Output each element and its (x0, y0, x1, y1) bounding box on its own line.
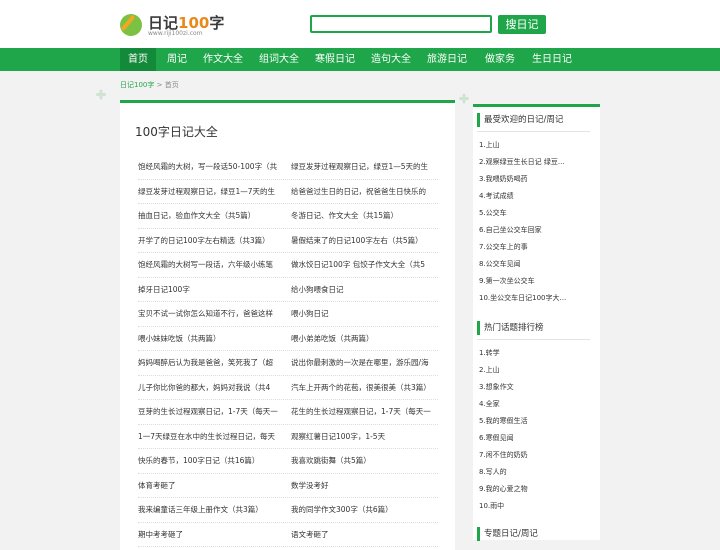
nav-item-sentences[interactable]: 造句大全 (368, 48, 414, 71)
list-item[interactable]: 6.自己坐公交车回家 (479, 222, 591, 238)
sidebar-topic-title: 专题日记/周记 (477, 527, 538, 541)
article-link[interactable]: 说出你最刺激的一次是在哪里，游乐园/海 (291, 351, 437, 375)
list-item[interactable]: 5.我的寒假生活 (479, 413, 591, 429)
sidebar: 最受欢迎的日记/周记 1.上山 2.观察绿豆生长日记 绿豆... 3.我喂奶奶喝… (473, 104, 600, 541)
list-item[interactable]: 9.我的心爱之物 (479, 481, 591, 497)
list-item[interactable]: 1.转学 (479, 345, 591, 361)
table-row: 豆芽的生长过程观察日记，1-7天（每天一 花生的生长过程观察日记，1-7天（每天一 (138, 400, 438, 425)
list-item[interactable]: 10.坐公交车日记100字大... (479, 290, 591, 306)
article-link[interactable]: 妈妈喝醉后认为我是爸爸，笑死我了（超 (138, 351, 284, 375)
nav-item-essays[interactable]: 作文大全 (200, 48, 246, 71)
article-link[interactable]: 我的同学作文300字（共6篇） (291, 498, 437, 522)
nav-item-winter[interactable]: 寒假日记 (312, 48, 358, 71)
article-link[interactable]: 语文考砸了 (291, 523, 437, 547)
logo-url: www.riji100zi.com (148, 30, 203, 37)
table-row: 绿豆发芽过程观察日记，绿豆1—7天的生 给爸爸过生日的日记，祝爸爸生日快乐的 (138, 180, 438, 204)
table-row: 喂小妹妹吃饭（共两篇） 喂小弟弟吃饭（共两篇） (138, 327, 438, 351)
nav-item-travel[interactable]: 旅游日记 (424, 48, 470, 71)
article-link[interactable]: 掉牙日记100字 (138, 278, 284, 302)
table-row: 期中考考砸了 语文考砸了 (138, 523, 438, 547)
list-item[interactable]: 2.观察绿豆生长日记 绿豆... (479, 154, 591, 170)
divider (477, 339, 590, 340)
header: 日记100字 www.riji100zi.com 搜日记 (0, 0, 720, 48)
nav-item-home[interactable]: 首页 (120, 48, 156, 71)
article-link[interactable]: 花生的生长过程观察日记，1-7天（每天一 (291, 400, 437, 424)
article-link[interactable]: 数学没考好 (291, 474, 437, 498)
table-row: 儿子你比你爸的都大，妈妈对我说（共4 汽车上开两个的花苞，很美很美（共3篇） (138, 376, 438, 400)
article-link[interactable]: 绿豆发芽过程观察日记，绿豆1—5天的生 (291, 155, 437, 179)
article-link[interactable]: 饱经风霜的大树，写一段话50-100字（共 (138, 155, 284, 179)
list-item[interactable]: 8.公交车见闻 (479, 256, 591, 272)
table-row: 宝贝不试一试你怎么知道不行，爸爸这样 喂小狗日记 (138, 302, 438, 327)
article-link[interactable]: 做水饺日记100字 包饺子作文大全（共5 (291, 253, 437, 277)
table-row: 开学了的日记100字左右精选（共3篇） 暑假结束了的日记100字左右（共5篇） (138, 229, 438, 253)
table-row: 饱经风霜的大树写一段话，六年级小练笔 做水饺日记100字 包饺子作文大全（共5 (138, 253, 438, 278)
list-item[interactable]: 1.上山 (479, 137, 591, 153)
article-link[interactable]: 绿豆发芽过程观察日记，绿豆1—7天的生 (138, 180, 284, 204)
page-title: 100字日记大全 (135, 125, 218, 139)
breadcrumb-current: 首页 (164, 81, 179, 89)
divider (477, 131, 590, 132)
list-item[interactable]: 7.闲不住的奶奶 (479, 447, 591, 463)
article-link[interactable]: 给爸爸过生日的日记，祝爸爸生日快乐的 (291, 180, 437, 204)
article-list-panel: 100字日记大全 饱经风霜的大树，写一段话50-100字（共 绿豆发芽过程观察日记… (120, 100, 455, 550)
article-link[interactable]: 喂小妹妹吃饭（共两篇） (138, 327, 284, 351)
site-logo[interactable]: 日记100字 www.riji100zi.com (120, 12, 230, 40)
article-link[interactable]: 喂小弟弟吃饭（共两篇） (291, 327, 437, 351)
table-row: 1一7天绿豆在水中的生长过程日记，每天 观察红薯日记100字，1-5天 (138, 425, 438, 449)
article-link[interactable]: 快乐的春节，100字日记（共16篇） (138, 449, 284, 473)
snowflake-icon (458, 92, 470, 104)
table-row: 饱经风霜的大树，写一段话50-100字（共 绿豆发芽过程观察日记，绿豆1—5天的生 (138, 155, 438, 180)
nav-item-chores[interactable]: 做家务 (480, 48, 520, 71)
table-row: 我来编童话三年级上册作文（共3篇） 我的同学作文300字（共6篇） (138, 498, 438, 523)
article-link[interactable]: 冬游日记、作文大全（共15篇） (291, 204, 437, 228)
article-link[interactable]: 给小狗喂食日记 (291, 278, 437, 302)
list-item[interactable]: 8.写人的 (479, 464, 591, 480)
nav-item-weekly[interactable]: 周记 (160, 48, 194, 71)
article-link[interactable]: 喂小狗日记 (291, 302, 437, 326)
list-item[interactable]: 4.考试成绩 (479, 188, 591, 204)
table-row: 抽血日记，验血作文大全（共5篇） 冬游日记、作文大全（共15篇） (138, 204, 438, 229)
article-link[interactable]: 儿子你比你爸的都大，妈妈对我说（共4 (138, 376, 284, 400)
article-link[interactable]: 豆芽的生长过程观察日记，1-7天（每天一 (138, 400, 284, 424)
article-link[interactable]: 观察红薯日记100字，1-5天 (291, 425, 437, 449)
breadcrumb: 日记100字 > 首页 (120, 81, 179, 89)
sidebar-popular-title: 最受欢迎的日记/周记 (477, 113, 563, 127)
article-link[interactable]: 饱经风霜的大树写一段话，六年级小练笔 (138, 253, 284, 277)
list-item[interactable]: 4.全家 (479, 396, 591, 412)
table-row: 体育考砸了 数学没考好 (138, 474, 438, 498)
list-item[interactable]: 10.雨中 (479, 498, 591, 514)
list-item[interactable]: 7.公交车上的事 (479, 239, 591, 255)
search-input[interactable] (310, 15, 492, 33)
table-row: 妈妈喝醉后认为我是爸爸，笑死我了（超 说出你最刺激的一次是在哪里，游乐园/海 (138, 351, 438, 376)
article-link[interactable]: 期中考考砸了 (138, 523, 284, 547)
article-link[interactable]: 抽血日记，验血作文大全（共5篇） (138, 204, 284, 228)
list-item[interactable]: 5.公交车 (479, 205, 591, 221)
main-nav: 首页 周记 作文大全 组词大全 寒假日记 造句大全 旅游日记 做家务 生日日记 (0, 48, 720, 71)
snowflake-icon (95, 88, 107, 100)
list-item[interactable]: 3.我喂奶奶喝药 (479, 171, 591, 187)
article-link[interactable]: 我喜欢跳街舞（共5篇） (291, 449, 437, 473)
article-link[interactable]: 暑假结束了的日记100字左右（共5篇） (291, 229, 437, 253)
list-item[interactable]: 6.寒假见闻 (479, 430, 591, 446)
list-item[interactable]: 2.上山 (479, 362, 591, 378)
list-item[interactable]: 3.想象作文 (479, 379, 591, 395)
article-link[interactable]: 宝贝不试一试你怎么知道不行，爸爸这样 (138, 302, 284, 326)
logo-pencil-icon (120, 14, 142, 36)
table-row: 快乐的春节，100字日记（共16篇） 我喜欢跳街舞（共5篇） (138, 449, 438, 474)
article-link[interactable]: 1一7天绿豆在水中的生长过程日记，每天 (138, 425, 284, 449)
search-button[interactable]: 搜日记 (498, 15, 546, 34)
list-item[interactable]: 9.第一次坐公交车 (479, 273, 591, 289)
breadcrumb-home[interactable]: 日记100字 (120, 81, 154, 89)
table-row: 掉牙日记100字 给小狗喂食日记 (138, 278, 438, 302)
nav-item-birthday[interactable]: 生日日记 (528, 48, 576, 71)
article-link[interactable]: 开学了的日记100字左右精选（共3篇） (138, 229, 284, 253)
article-link[interactable]: 体育考砸了 (138, 474, 284, 498)
sidebar-hot-title: 热门话题排行榜 (477, 321, 544, 335)
article-link[interactable]: 我来编童话三年级上册作文（共3篇） (138, 498, 284, 522)
article-link[interactable]: 汽车上开两个的花苞，很美很美（共3篇） (291, 376, 437, 400)
nav-item-words[interactable]: 组词大全 (256, 48, 302, 71)
